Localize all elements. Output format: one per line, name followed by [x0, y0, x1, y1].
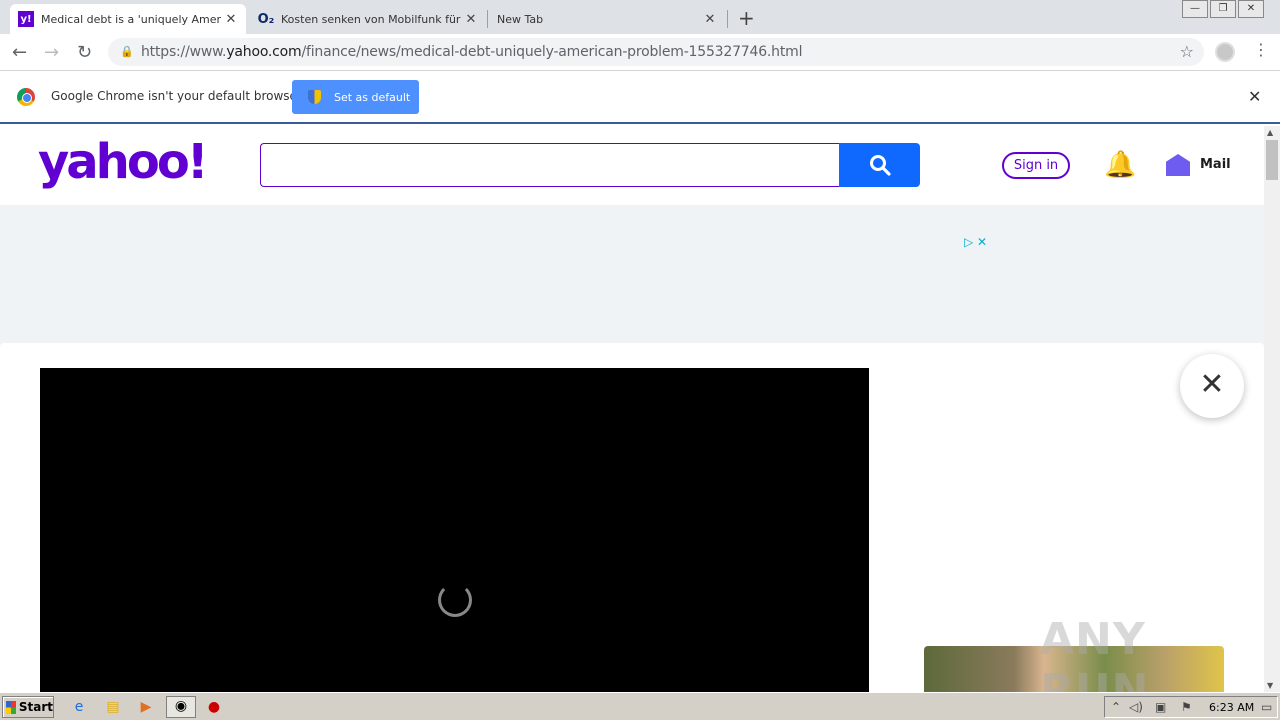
video-player[interactable]: [40, 368, 869, 692]
address-bar[interactable]: 🔒 https://www.yahoo.com/finance/news/med…: [108, 38, 1204, 66]
scrollbar-thumb[interactable]: [1266, 140, 1278, 180]
uac-shield-icon: [308, 90, 321, 104]
close-tab-icon[interactable]: ✕: [222, 12, 240, 27]
tab-title: Kosten senken von Mobilfunk für Ge: [281, 12, 462, 26]
profile-avatar-icon[interactable]: [1215, 42, 1235, 62]
infobar-close-icon[interactable]: ✕: [1248, 87, 1261, 106]
reload-icon[interactable]: ↻: [77, 42, 92, 63]
loading-spinner-icon: [438, 583, 472, 617]
close-window-button[interactable]: ✕: [1238, 0, 1264, 18]
windows-flag-icon: [6, 700, 16, 714]
set-as-default-button[interactable]: Set as default: [292, 80, 419, 114]
mail-envelope-icon[interactable]: [1166, 154, 1190, 176]
action-center-flag-icon[interactable]: ⚑: [1181, 700, 1192, 714]
close-tab-icon[interactable]: ✕: [701, 12, 719, 27]
restore-button[interactable]: ❐: [1210, 0, 1236, 18]
yahoo-header: yahoo! Sign in 🔔 Mail: [0, 126, 1264, 205]
windows-taskbar: Start e ▤ ▶ ◉ ● ⌃ ◁) ▣ ⚑ 6:23 AM ▭: [0, 692, 1280, 720]
default-browser-infobar: Google Chrome isn't your default browser…: [0, 72, 1280, 124]
yahoo-logo[interactable]: yahoo!: [38, 134, 209, 190]
show-desktop-icon[interactable]: ▭: [1261, 700, 1272, 714]
new-tab-button[interactable]: +: [738, 6, 755, 30]
watermark: ANY RUN: [1040, 614, 1150, 692]
tab-separator: [487, 10, 488, 28]
tab-yahoo[interactable]: y! Medical debt is a 'uniquely American …: [10, 4, 246, 34]
forward-arrow-icon[interactable]: →: [44, 42, 59, 63]
search-icon: [869, 155, 891, 176]
o2-favicon-icon: O₂: [257, 11, 275, 27]
bookmark-star-icon[interactable]: ☆: [1180, 38, 1194, 66]
chrome-logo-icon: [17, 88, 35, 106]
mail-link[interactable]: Mail: [1200, 157, 1231, 172]
scroll-down-arrow-icon[interactable]: ▼: [1267, 681, 1273, 690]
tab-separator: [727, 10, 728, 28]
tab-title: New Tab: [497, 12, 544, 26]
lock-icon[interactable]: 🔒: [120, 38, 134, 66]
web-page: yahoo! Sign in 🔔 Mail ▷ ✕ ✕ ANY RUN: [0, 126, 1264, 692]
minimize-button[interactable]: —: [1182, 0, 1208, 18]
set-as-default-label: Set as default: [334, 90, 411, 104]
opera-icon[interactable]: ●: [205, 698, 223, 716]
browser-toolbar: ← → ↻ 🔒 https://www.yahoo.com/finance/ne…: [0, 34, 1280, 71]
close-video-button[interactable]: ✕: [1180, 354, 1244, 418]
network-icon[interactable]: ▣: [1155, 700, 1166, 714]
url-prefix: https://www.: [141, 44, 227, 60]
system-tray: ⌃ ◁) ▣ ⚑ 6:23 AM ▭: [1104, 696, 1278, 718]
internet-explorer-icon[interactable]: e: [70, 698, 88, 716]
sign-in-button[interactable]: Sign in: [1002, 152, 1070, 179]
page-scrollbar[interactable]: ▲ ▼: [1264, 126, 1280, 692]
scroll-up-arrow-icon[interactable]: ▲: [1267, 128, 1273, 137]
start-button[interactable]: Start: [2, 696, 54, 718]
tab-title: Medical debt is a 'uniquely American: [41, 12, 222, 26]
url-domain: yahoo.com: [226, 44, 302, 60]
back-arrow-icon[interactable]: ←: [12, 42, 27, 63]
chrome-taskbar-icon[interactable]: ◉: [166, 696, 196, 718]
yahoo-favicon-icon: y!: [18, 11, 34, 27]
url-text: https://www.yahoo.com/finance/news/medic…: [141, 38, 802, 66]
tray-expand-icon[interactable]: ⌃: [1111, 700, 1121, 714]
media-player-icon[interactable]: ▶: [137, 698, 155, 716]
tab-new-tab[interactable]: New Tab ✕: [489, 4, 725, 34]
search-input[interactable]: [260, 143, 840, 187]
notification-bell-icon[interactable]: 🔔: [1104, 150, 1136, 180]
start-label: Start: [18, 700, 53, 714]
folder-icon[interactable]: ▤: [104, 698, 122, 716]
url-path: /finance/news/medical-debt-uniquely-amer…: [301, 44, 803, 60]
window-controls: — ❐ ✕: [1180, 0, 1264, 18]
volume-icon[interactable]: ◁): [1129, 700, 1143, 714]
taskbar-clock[interactable]: 6:23 AM: [1209, 701, 1254, 714]
tab-strip: y! Medical debt is a 'uniquely American …: [0, 0, 1280, 34]
ad-choices-icon[interactable]: ▷ ✕: [964, 235, 987, 249]
menu-kebab-icon[interactable]: ⋮: [1253, 40, 1269, 59]
tab-o2[interactable]: O₂ Kosten senken von Mobilfunk für Ge ✕: [250, 4, 486, 34]
infobar-message: Google Chrome isn't your default browser: [51, 89, 302, 103]
search-button[interactable]: [839, 143, 920, 187]
close-tab-icon[interactable]: ✕: [462, 12, 480, 27]
